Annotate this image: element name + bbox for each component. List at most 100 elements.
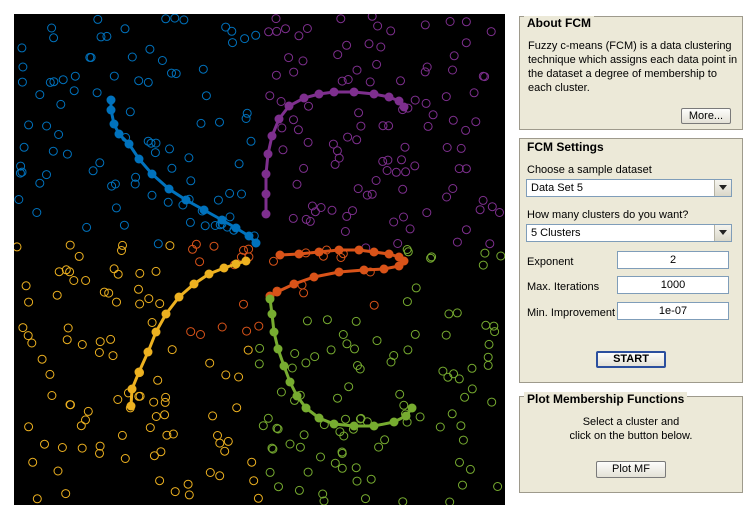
- data-point: [147, 318, 157, 327]
- data-point: [302, 24, 312, 33]
- data-point: [77, 340, 87, 349]
- dataset-select[interactable]: Data Set 5: [526, 179, 732, 197]
- centroid-point: [379, 264, 389, 274]
- data-point: [285, 439, 295, 449]
- settings-panel-title: FCM Settings: [524, 140, 607, 154]
- data-point: [344, 382, 354, 392]
- chevron-down-icon[interactable]: [714, 180, 731, 196]
- data-point: [398, 497, 408, 507]
- exponent-field[interactable]: 2: [617, 251, 729, 269]
- data-point: [225, 212, 235, 222]
- data-point: [14, 195, 24, 204]
- centroid-point: [181, 195, 191, 205]
- max-iterations-field[interactable]: 1000: [617, 276, 729, 294]
- data-point: [234, 159, 244, 169]
- centroid-point: [314, 89, 324, 99]
- max-iterations-label: Max. Iterations: [527, 281, 600, 293]
- more-button[interactable]: More...: [681, 108, 731, 124]
- data-point: [244, 244, 254, 254]
- data-point: [18, 323, 28, 333]
- data-point: [342, 211, 352, 221]
- data-point: [342, 339, 352, 349]
- centroid-point: [127, 384, 137, 394]
- data-point: [109, 264, 119, 274]
- centroid-point: [279, 361, 289, 371]
- data-point: [469, 88, 479, 98]
- data-point: [461, 38, 471, 48]
- data-point: [281, 24, 290, 34]
- data-point: [352, 135, 362, 145]
- data-point: [295, 442, 305, 452]
- data-point: [389, 217, 399, 227]
- data-point: [82, 222, 92, 232]
- data-point: [332, 146, 342, 156]
- dataset-select-value: Data Set 5: [531, 182, 583, 194]
- data-point: [376, 42, 386, 52]
- data-point: [276, 97, 286, 106]
- data-point: [240, 34, 250, 44]
- data-point: [213, 195, 223, 205]
- data-point: [108, 351, 118, 361]
- data-point: [120, 24, 130, 34]
- centroid-point: [359, 265, 369, 275]
- data-point: [294, 31, 304, 41]
- data-point: [378, 156, 388, 166]
- centroid-point: [274, 114, 284, 124]
- data-point: [442, 143, 452, 152]
- data-point: [289, 115, 298, 125]
- data-point: [127, 52, 137, 62]
- data-point: [249, 476, 259, 486]
- plot-mf-button[interactable]: Plot MF: [596, 461, 666, 478]
- data-point: [337, 463, 347, 473]
- data-point: [243, 345, 253, 355]
- cluster-plot-svg: [12, 11, 506, 507]
- data-point: [242, 108, 252, 118]
- data-point: [405, 224, 415, 234]
- centroid-point: [261, 209, 271, 219]
- data-point: [186, 327, 196, 337]
- data-point: [299, 163, 309, 173]
- data-point: [398, 184, 408, 194]
- data-point: [35, 90, 45, 100]
- data-point: [205, 468, 215, 477]
- clusters-select[interactable]: 5 Clusters: [526, 224, 732, 242]
- data-point: [19, 142, 29, 152]
- data-point: [351, 316, 361, 326]
- data-point: [365, 77, 375, 87]
- start-button[interactable]: START: [596, 351, 666, 368]
- data-point: [447, 409, 457, 419]
- data-point: [366, 474, 376, 484]
- centroid-point: [275, 250, 285, 260]
- data-point: [461, 17, 471, 27]
- data-point: [475, 205, 485, 215]
- data-point: [322, 315, 332, 325]
- data-point: [215, 438, 225, 448]
- data-point: [444, 309, 454, 319]
- data-point: [352, 65, 362, 75]
- data-point: [228, 38, 237, 48]
- data-point: [352, 476, 362, 486]
- data-point: [336, 14, 346, 24]
- data-point: [52, 290, 62, 300]
- data-point: [195, 257, 205, 267]
- data-point: [215, 117, 224, 127]
- min-improvement-field[interactable]: 1e-07: [617, 302, 729, 320]
- about-panel: About FCM Fuzzy c-means (FCM) is a data …: [519, 16, 743, 130]
- data-point: [265, 467, 275, 477]
- centroid-point: [164, 184, 174, 194]
- data-point: [410, 95, 420, 105]
- data-point: [304, 101, 313, 111]
- data-point: [420, 67, 430, 77]
- data-point: [96, 32, 106, 42]
- data-point: [316, 203, 326, 212]
- centroid-point: [314, 247, 324, 257]
- data-point: [393, 239, 403, 248]
- centroid-point: [204, 269, 214, 279]
- data-point: [54, 130, 64, 139]
- data-point: [303, 467, 313, 477]
- chevron-down-icon[interactable]: [714, 225, 731, 241]
- data-point: [396, 76, 405, 86]
- data-point: [120, 454, 130, 463]
- data-point: [274, 482, 283, 492]
- data-point: [161, 14, 171, 24]
